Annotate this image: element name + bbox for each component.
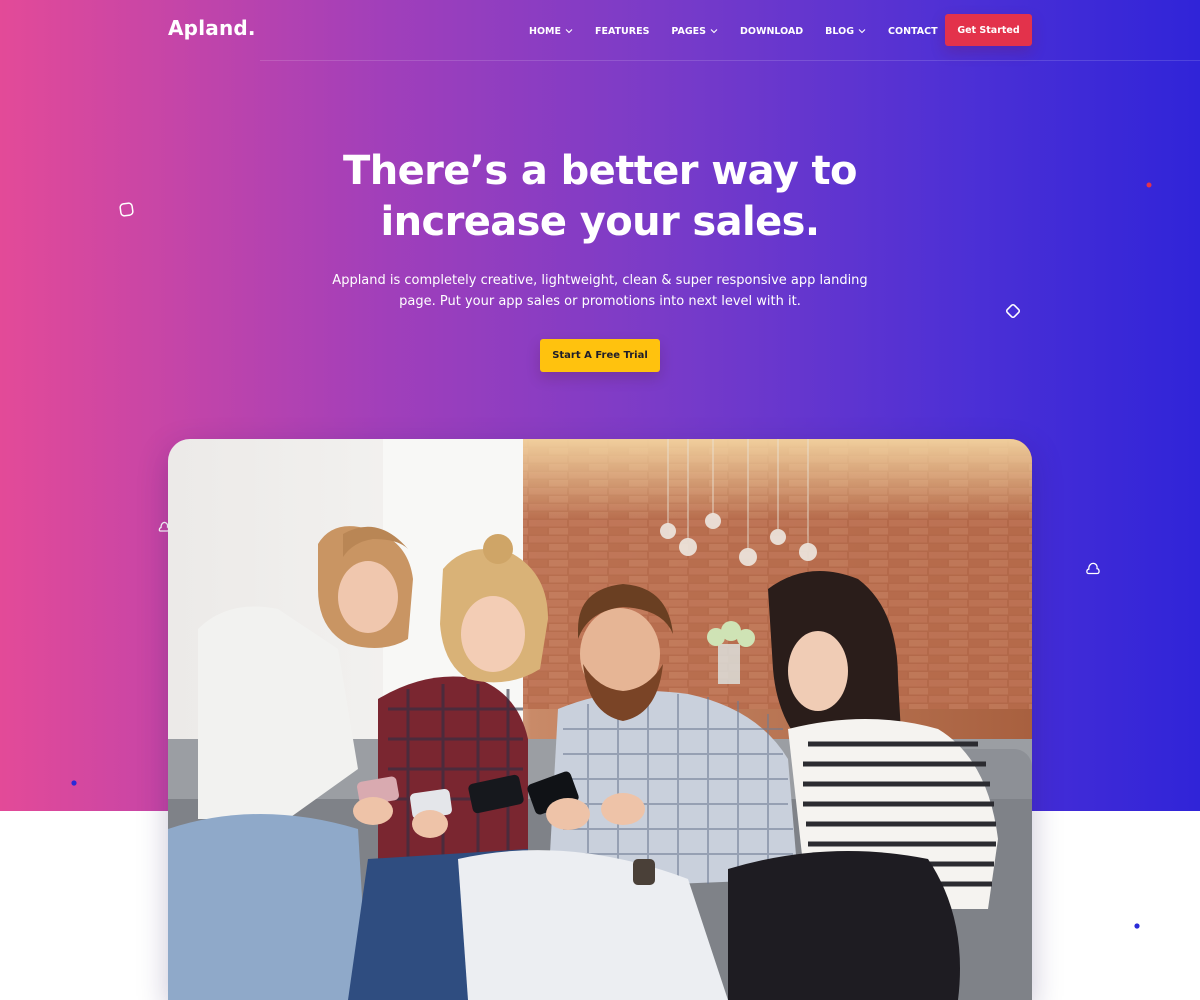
rounded-square-icon bbox=[119, 202, 134, 217]
nav-item-pages[interactable]: PAGES bbox=[671, 26, 718, 37]
brand-logo[interactable]: Apland. bbox=[168, 16, 256, 40]
get-started-button[interactable]: Get Started bbox=[945, 14, 1032, 46]
dot-icon bbox=[1146, 182, 1152, 188]
hero-description-line: page. Put your app sales or promotions i… bbox=[399, 294, 801, 309]
hero-description: Appland is completely creative, lightwei… bbox=[318, 270, 882, 312]
start-free-trial-button[interactable]: Start A Free Trial bbox=[540, 339, 660, 372]
chevron-down-icon bbox=[858, 29, 866, 34]
nav-item-blog[interactable]: BLOG bbox=[825, 26, 866, 37]
nav-item-home[interactable]: HOME bbox=[529, 26, 573, 37]
hero-headline-line: There’s a better way to bbox=[343, 148, 858, 194]
dot-icon bbox=[1134, 923, 1140, 929]
nav-item-features[interactable]: FEATURES bbox=[595, 26, 649, 37]
nav-item-label: HOME bbox=[529, 25, 561, 37]
nav-item-label: DOWNLOAD bbox=[740, 25, 804, 37]
hero-image bbox=[168, 439, 1032, 1000]
hero-description-line: Appland is completely creative, lightwei… bbox=[332, 273, 868, 288]
main-nav: HOME FEATURES PAGES DOWNLOAD BLOG CONTAC… bbox=[529, 24, 938, 38]
hero-headline: There’s a better way to increase your sa… bbox=[300, 146, 900, 248]
nav-item-label: PAGES bbox=[671, 25, 706, 37]
chevron-down-icon bbox=[710, 29, 718, 34]
nav-item-label: CONTACT bbox=[888, 25, 938, 37]
nav-item-label: FEATURES bbox=[594, 25, 650, 37]
friends-with-phones-illustration bbox=[168, 439, 1032, 1000]
chevron-down-icon bbox=[565, 29, 573, 34]
nav-item-download[interactable]: DOWNLOAD bbox=[740, 26, 803, 37]
nav-divider bbox=[260, 60, 1200, 61]
nav-item-label: BLOG bbox=[825, 25, 855, 37]
nav-item-contact[interactable]: CONTACT bbox=[888, 26, 938, 37]
hero-headline-line: increase your sales. bbox=[380, 199, 821, 245]
diamond-icon bbox=[1005, 303, 1021, 319]
dot-icon bbox=[71, 780, 77, 786]
cloud-icon bbox=[1086, 562, 1100, 575]
